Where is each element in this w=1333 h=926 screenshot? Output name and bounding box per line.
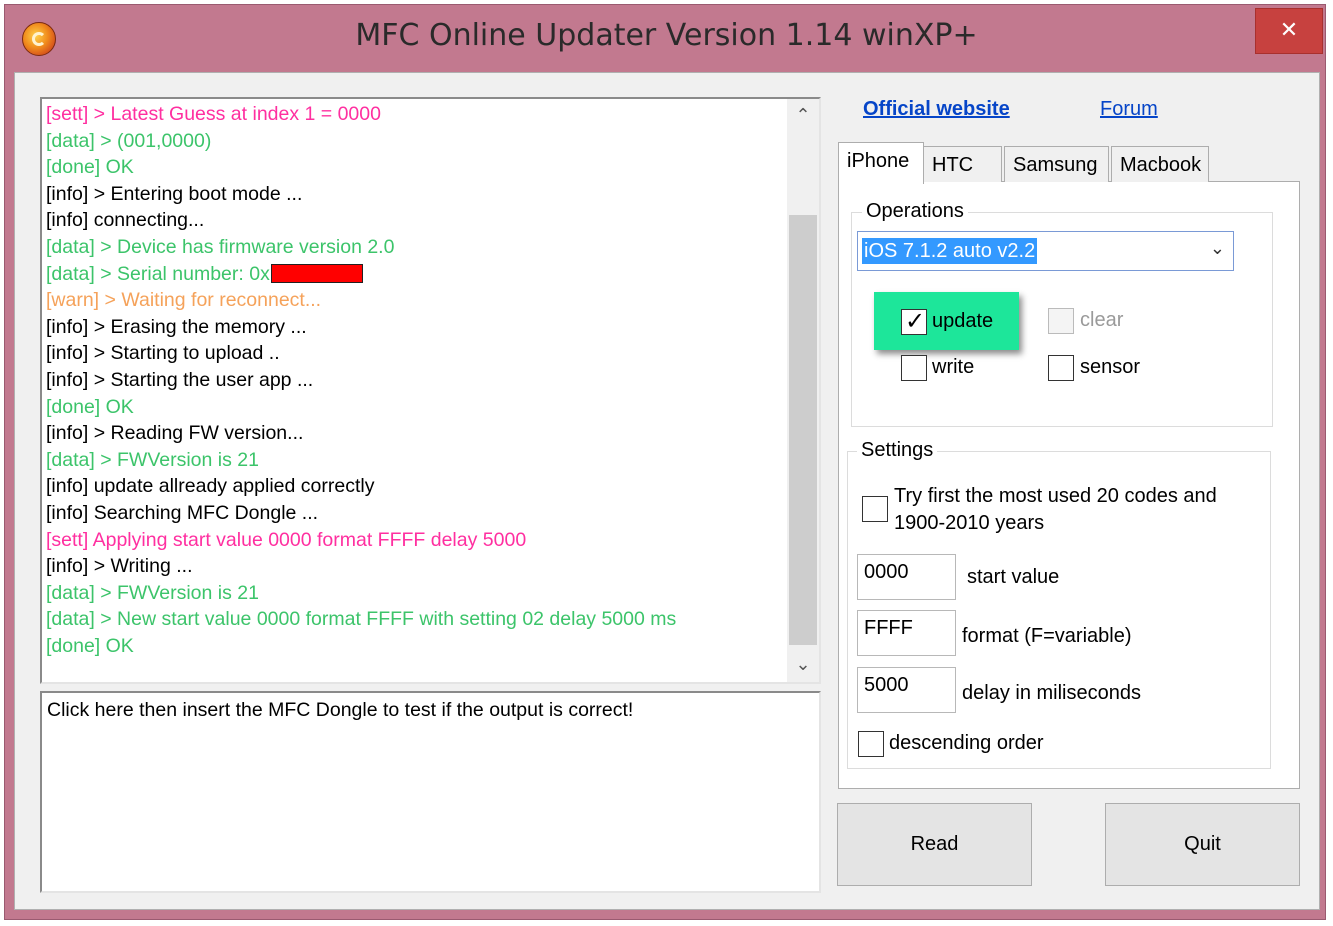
log-line-text: [info] > Starting to upload .. xyxy=(46,342,280,365)
log-line-text: [data] > Serial number: 0x xyxy=(46,262,270,285)
redaction-box xyxy=(270,263,363,283)
log-scrollbar[interactable]: ⌃ ⌄ xyxy=(787,99,819,682)
descending-label: descending order xyxy=(889,732,1044,754)
close-button[interactable]: ✕ xyxy=(1255,8,1323,54)
operations-label: Operations xyxy=(862,200,968,223)
log-line-text: [info] > Entering boot mode ... xyxy=(46,182,303,205)
delay-label: delay in miliseconds xyxy=(962,682,1141,704)
log-line-text: [done] OK xyxy=(46,156,134,179)
delay-input[interactable]: 5000 xyxy=(857,667,956,713)
log-line: [data] > FWVersion is 21 xyxy=(46,580,786,607)
log-line-text: [data] > FWVersion is 21 xyxy=(46,448,259,471)
log-line: [data] > Device has firmware version 2.0 xyxy=(46,234,786,261)
log-line: [info] connecting... xyxy=(46,207,786,234)
log-line: [info] Searching MFC Dongle ... xyxy=(46,500,786,527)
try-first-label-line1: Try first the most used 20 codes and xyxy=(894,485,1217,507)
start-value-label: start value xyxy=(967,566,1060,588)
log-line: [sett] > Latest Guess at index 1 = 0000 xyxy=(46,101,786,128)
log-line: [data] > New start value 0000 format FFF… xyxy=(46,606,786,633)
log-output[interactable]: [sett] > Latest Guess at index 1 = 0000 [… xyxy=(40,97,821,684)
log-line: [sett] Applying start value 0000 format … xyxy=(46,527,786,554)
quit-button[interactable]: Quit xyxy=(1105,803,1300,886)
log-line: [info] > Starting the user app ... xyxy=(46,367,786,394)
log-line-text: [info] > Starting the user app ... xyxy=(46,368,314,391)
forum-link[interactable]: Forum xyxy=(1100,98,1158,121)
log-line: [info] > Reading FW version... xyxy=(46,420,786,447)
sensor-checkbox[interactable] xyxy=(1048,355,1074,381)
log-line: [done] OK xyxy=(46,154,786,181)
log-line: [data] > Serial number: 0x xyxy=(46,261,786,288)
write-checkbox[interactable] xyxy=(901,355,927,381)
descending-checkbox[interactable] xyxy=(858,731,884,757)
dongle-test-input[interactable]: Click here then insert the MFC Dongle to… xyxy=(40,691,821,893)
tab-htc[interactable]: HTC xyxy=(923,146,1002,182)
log-line: [warn] > Waiting for reconnect... xyxy=(46,287,786,314)
log-line: [done] OK xyxy=(46,633,786,660)
settings-label: Settings xyxy=(857,439,938,462)
checkmark-icon: ✓ xyxy=(905,307,926,335)
tab-iphone[interactable]: iPhone xyxy=(838,142,924,184)
write-label: write xyxy=(932,356,975,378)
clear-checkbox[interactable] xyxy=(1048,308,1074,334)
start-value-input[interactable]: 0000 xyxy=(857,554,956,600)
try-first-label-line2: 1900-2010 years xyxy=(894,512,1045,534)
log-line: [data] > (001,0000) xyxy=(46,128,786,155)
log-line: [info] > Entering boot mode ... xyxy=(46,181,786,208)
log-line-text: [done] OK xyxy=(46,395,134,418)
log-line-text: [data] > New start value 0000 format FFF… xyxy=(46,608,677,631)
log-line-text: [done] OK xyxy=(46,634,134,657)
window-title: MFC Online Updater Version 1.14 winXP+ xyxy=(355,18,978,53)
log-line-text: [data] > Device has firmware version 2.0 xyxy=(46,235,395,258)
log-line-text: [info] update allready applied correctly xyxy=(46,475,375,498)
chevron-down-icon[interactable]: ⌄ xyxy=(1210,238,1225,259)
update-checkbox[interactable]: ✓ xyxy=(901,307,927,335)
tab-samsung[interactable]: Samsung xyxy=(1004,146,1109,182)
log-line: [info] update allready applied correctly xyxy=(46,473,786,500)
clear-label: clear xyxy=(1080,309,1124,331)
try-first-checkbox[interactable] xyxy=(862,496,888,522)
read-button[interactable]: Read xyxy=(837,803,1032,886)
dongle-test-text: Click here then insert the MFC Dongle to… xyxy=(47,699,634,721)
scroll-down-icon[interactable]: ⌄ xyxy=(787,650,819,680)
operations-select[interactable]: iOS 7.1.2 auto v2.2 ⌄ xyxy=(857,231,1234,271)
log-line-text: [data] > (001,0000) xyxy=(46,129,212,152)
log-lines: [sett] > Latest Guess at index 1 = 0000 [… xyxy=(46,101,786,659)
format-input[interactable]: FFFF xyxy=(857,610,956,656)
tab-macbook[interactable]: Macbook xyxy=(1111,146,1209,182)
format-label: format (F=variable) xyxy=(962,625,1132,647)
log-line-text: [info] > Writing ... xyxy=(46,555,193,578)
log-line: [done] OK xyxy=(46,394,786,421)
log-line-text: [sett] > Latest Guess at index 1 = 0000 xyxy=(46,103,381,125)
log-line: [info] > Writing ... xyxy=(46,553,786,580)
log-line: [info] > Starting to upload .. xyxy=(46,340,786,367)
scroll-thumb[interactable] xyxy=(789,215,817,645)
scroll-up-icon[interactable]: ⌃ xyxy=(787,101,819,131)
log-line-text: [warn] > Waiting for reconnect... xyxy=(46,289,322,312)
operations-selected-value: iOS 7.1.2 auto v2.2 xyxy=(862,238,1038,264)
official-website-link[interactable]: Official website xyxy=(863,98,1010,121)
log-line-text: [sett] Applying start value 0000 format … xyxy=(46,528,527,551)
log-line-text: [info] connecting... xyxy=(46,209,205,232)
log-line: [info] > Erasing the memory ... xyxy=(46,314,786,341)
log-line-text: [info] > Reading FW version... xyxy=(46,422,304,445)
log-line-text: [info] Searching MFC Dongle ... xyxy=(46,501,319,524)
log-line: [data] > FWVersion is 21 xyxy=(46,447,786,474)
log-line-text: [data] > FWVersion is 21 xyxy=(46,581,259,604)
log-line-text: [info] > Erasing the memory ... xyxy=(46,315,307,338)
sensor-label: sensor xyxy=(1080,356,1141,378)
update-label: update xyxy=(932,310,994,332)
